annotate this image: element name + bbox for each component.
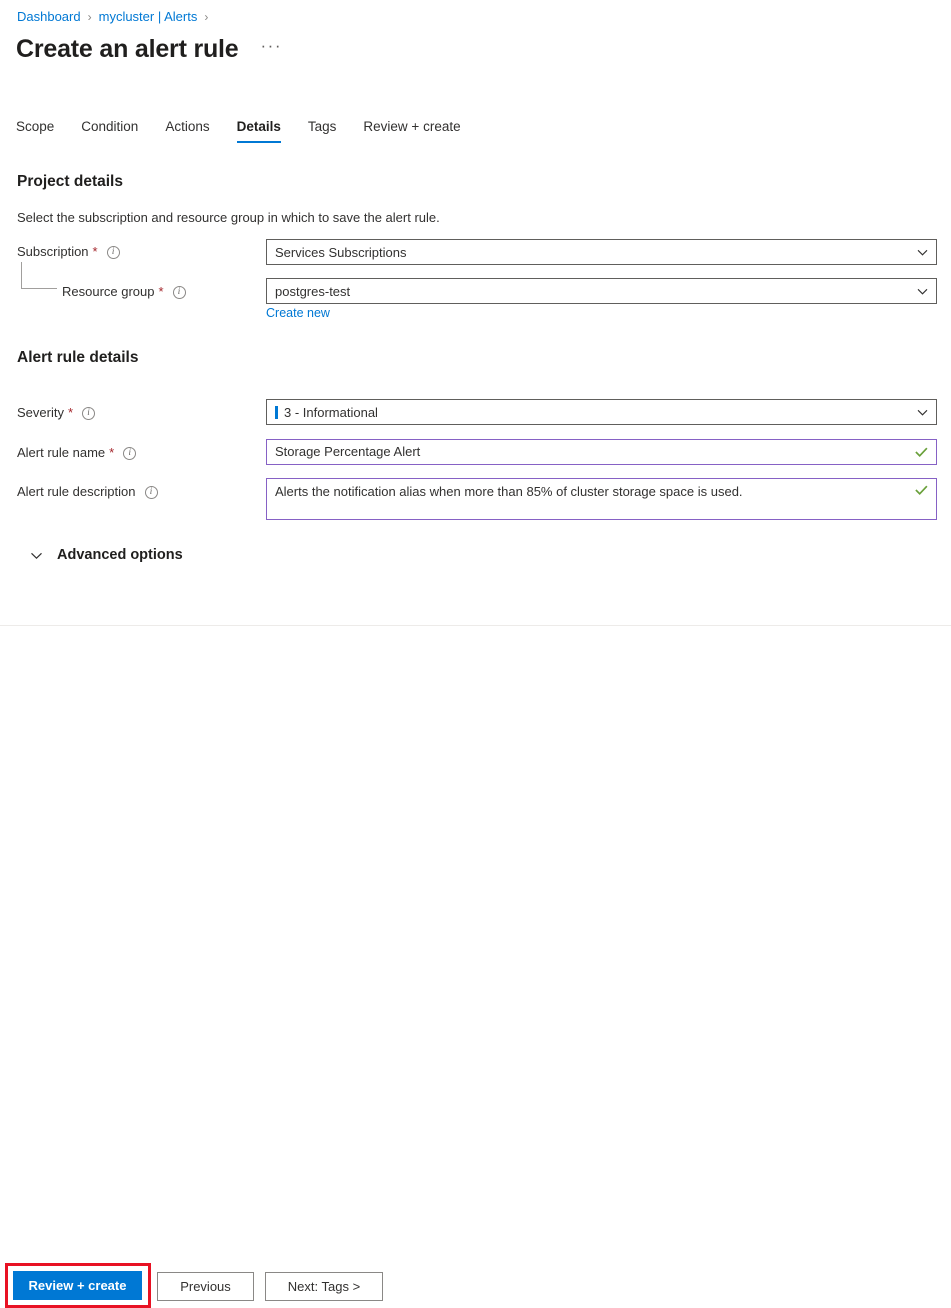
wizard-tabs: Scope Condition Actions Details Tags Rev…	[16, 118, 461, 143]
page-title: Create an alert rule	[16, 33, 239, 65]
resource-group-label-text: Resource group	[62, 283, 155, 301]
required-marker: *	[109, 444, 114, 462]
severity-label: Severity * i	[17, 404, 95, 422]
alert-rule-description-label: Alert rule description i	[17, 483, 158, 501]
subscription-value: Services Subscriptions	[275, 245, 911, 260]
info-icon[interactable]: i	[145, 486, 158, 499]
tab-condition[interactable]: Condition	[81, 118, 138, 143]
alert-rule-details-heading: Alert rule details	[17, 348, 138, 368]
tab-review-create[interactable]: Review + create	[363, 118, 460, 143]
alert-rule-description-label-text: Alert rule description	[17, 483, 136, 501]
tab-tags[interactable]: Tags	[308, 118, 337, 143]
alert-rule-name-value: Storage Percentage Alert	[275, 444, 909, 460]
tab-scope[interactable]: Scope	[16, 118, 54, 143]
page-header: Create an alert rule ···	[16, 33, 282, 65]
info-icon[interactable]: i	[107, 246, 120, 259]
next-tags-button[interactable]: Next: Tags >	[265, 1272, 383, 1301]
alert-rule-name-label: Alert rule name * i	[17, 444, 136, 462]
alert-rule-description-input[interactable]: Alerts the notification alias when more …	[266, 478, 937, 520]
more-options-icon[interactable]: ···	[261, 40, 282, 59]
severity-color-indicator	[275, 406, 278, 419]
resource-group-tree-connector	[21, 262, 57, 289]
valid-check-icon	[915, 484, 928, 497]
resource-group-dropdown[interactable]: postgres-test	[266, 278, 937, 304]
alert-rule-name-input[interactable]: Storage Percentage Alert	[266, 439, 937, 465]
valid-check-icon	[915, 446, 928, 459]
tab-details[interactable]: Details	[237, 118, 281, 143]
resource-group-value: postgres-test	[275, 284, 911, 299]
required-marker: *	[93, 243, 98, 261]
chevron-down-icon	[917, 247, 928, 258]
severity-dropdown[interactable]: 3 - Informational	[266, 399, 937, 425]
subscription-dropdown[interactable]: Services Subscriptions	[266, 239, 937, 265]
required-marker: *	[159, 283, 164, 301]
tab-actions[interactable]: Actions	[165, 118, 209, 143]
footer-action-bar: Review + create Previous Next: Tags >	[0, 626, 951, 682]
chevron-down-icon	[917, 286, 928, 297]
info-icon[interactable]: i	[123, 447, 136, 460]
subscription-label-text: Subscription	[17, 243, 89, 261]
info-icon[interactable]: i	[82, 407, 95, 420]
create-new-resource-group-link[interactable]: Create new	[266, 305, 330, 321]
severity-value: 3 - Informational	[284, 405, 911, 420]
previous-button[interactable]: Previous	[157, 1272, 254, 1301]
review-create-button[interactable]: Review + create	[13, 1271, 142, 1300]
required-marker: *	[68, 404, 73, 422]
chevron-down-icon	[30, 549, 43, 562]
breadcrumb-item-dashboard[interactable]: Dashboard	[17, 8, 81, 26]
breadcrumb-separator-icon: ›	[88, 8, 92, 26]
severity-label-text: Severity	[17, 404, 64, 422]
chevron-down-icon	[917, 407, 928, 418]
breadcrumb-item-mycluster-alerts[interactable]: mycluster | Alerts	[99, 8, 198, 26]
project-details-description: Select the subscription and resource gro…	[17, 209, 440, 227]
advanced-options-label: Advanced options	[57, 545, 183, 565]
breadcrumb-separator-icon: ›	[204, 8, 208, 26]
info-icon[interactable]: i	[173, 286, 186, 299]
advanced-options-toggle[interactable]: Advanced options	[30, 545, 183, 565]
breadcrumb: Dashboard › mycluster | Alerts ›	[17, 8, 215, 26]
alert-rule-description-value: Alerts the notification alias when more …	[275, 484, 909, 500]
subscription-label: Subscription * i	[17, 243, 120, 261]
project-details-heading: Project details	[17, 172, 123, 192]
alert-rule-name-label-text: Alert rule name	[17, 444, 105, 462]
resource-group-label: Resource group * i	[62, 283, 186, 301]
